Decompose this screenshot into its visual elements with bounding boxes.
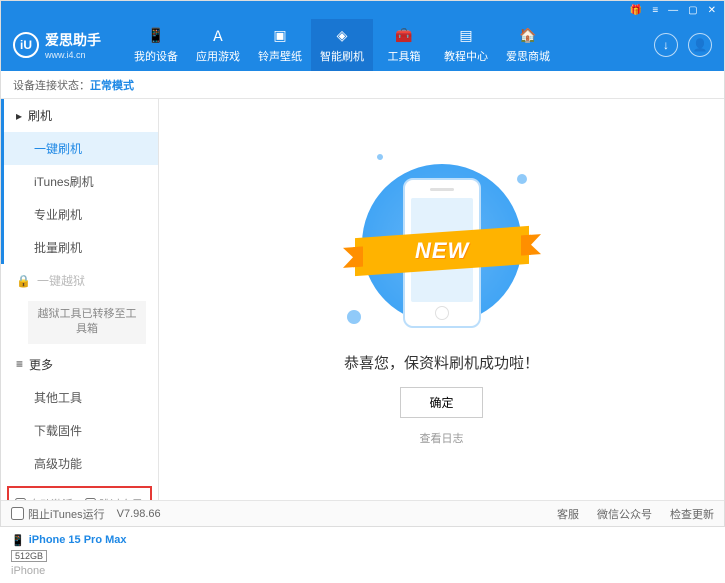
toolbox-icon: 🧰 — [395, 27, 413, 45]
device-type: iPhone — [11, 565, 148, 577]
sidebar-item-other-tools[interactable]: 其他工具 — [4, 381, 158, 414]
device-info: 📱 iPhone 15 Pro Max 512GB iPhone — [1, 528, 158, 583]
logo-url: www.i4.cn — [45, 50, 101, 60]
device-name-text: iPhone 15 Pro Max — [29, 534, 127, 546]
sidebar-item-download-fw[interactable]: 下载固件 — [4, 414, 158, 447]
minimize-icon[interactable]: — — [668, 5, 678, 16]
version-label: V7.98.66 — [117, 508, 161, 520]
apps-icon: Ａ — [209, 27, 227, 45]
window-titlebar: 🎁 ≡ — ▢ ✕ — [1, 1, 724, 19]
footer-link-update[interactable]: 检查更新 — [670, 506, 714, 522]
main-content: NEW 恭喜您，保资料刷机成功啦！ 确定 查看日志 — [159, 99, 724, 500]
status-bar: 设备连接状态： 正常模式 — [1, 71, 724, 99]
image-icon: ▣ — [271, 27, 289, 45]
top-nav: 📱 我的设备 Ａ 应用游戏 ▣ 铃声壁纸 ◈ 智能刷机 🧰 工具箱 ▤ 教程中心 🏠 爱思商城 — [125, 19, 559, 71]
device-storage: 512GB — [11, 550, 47, 562]
user-button[interactable]: 👤 — [688, 33, 712, 57]
gift-icon[interactable]: 🎁 — [630, 5, 642, 16]
nav-label: 智能刷机 — [320, 48, 364, 64]
success-message: 恭喜您，保资料刷机成功啦！ — [344, 352, 539, 373]
success-illustration: NEW — [347, 154, 537, 334]
footer: 阻止iTunes运行 V7.98.66 客服 微信公众号 检查更新 — [1, 500, 724, 526]
nav-ringtones[interactable]: ▣ 铃声壁纸 — [249, 19, 311, 71]
status-mode: 正常模式 — [90, 77, 134, 93]
nav-my-device[interactable]: 📱 我的设备 — [125, 19, 187, 71]
nav-store[interactable]: 🏠 爱思商城 — [497, 19, 559, 71]
phone-icon: 📱 — [147, 27, 165, 45]
checkbox-label: 阻止iTunes运行 — [28, 506, 105, 522]
status-label: 设备连接状态： — [13, 77, 90, 93]
nav-apps[interactable]: Ａ 应用游戏 — [187, 19, 249, 71]
nav-flash[interactable]: ◈ 智能刷机 — [311, 19, 373, 71]
nav-tutorials[interactable]: ▤ 教程中心 — [435, 19, 497, 71]
view-log-link[interactable]: 查看日志 — [420, 430, 464, 446]
block-itunes-checkbox[interactable]: 阻止iTunes运行 — [11, 506, 105, 522]
sidebar-item-jailbreak-note: 越狱工具已转移至工具箱 — [28, 301, 146, 344]
nav-label: 铃声壁纸 — [258, 48, 302, 64]
nav-label: 我的设备 — [134, 48, 178, 64]
phone-icon: 📱 — [11, 534, 25, 547]
download-button[interactable]: ↓ — [654, 33, 678, 57]
logo-icon: iU — [13, 32, 39, 58]
store-icon: 🏠 — [519, 27, 537, 45]
sidebar-group-more[interactable]: ≡ 更多 — [4, 348, 158, 381]
maximize-icon[interactable]: ▢ — [688, 5, 697, 16]
nav-label: 应用游戏 — [196, 48, 240, 64]
group-label: 一键越狱 — [37, 272, 85, 289]
nav-label: 爱思商城 — [506, 48, 550, 64]
logo: iU 爱思助手 www.i4.cn — [13, 30, 101, 60]
menu-icon[interactable]: ≡ — [652, 5, 658, 16]
nav-toolbox[interactable]: 🧰 工具箱 — [373, 19, 435, 71]
footer-link-support[interactable]: 客服 — [557, 506, 579, 522]
sidebar-group-jailbreak: 🔒 一键越狱 — [4, 264, 158, 297]
book-icon: ▤ — [457, 27, 475, 45]
sidebar-item-advanced[interactable]: 高级功能 — [4, 447, 158, 480]
group-label: 更多 — [29, 356, 53, 373]
sidebar: ▸ 刷机 一键刷机 iTunes刷机 专业刷机 批量刷机 🔒 一键越狱 越狱工具… — [1, 99, 159, 500]
ribbon-text: NEW — [414, 238, 468, 264]
nav-label: 工具箱 — [388, 48, 421, 64]
sidebar-item-batch[interactable]: 批量刷机 — [4, 231, 158, 264]
header: iU 爱思助手 www.i4.cn 📱 我的设备 Ａ 应用游戏 ▣ 铃声壁纸 ◈ 智能刷… — [1, 19, 724, 71]
sidebar-item-itunes[interactable]: iTunes刷机 — [4, 165, 158, 198]
device-name[interactable]: 📱 iPhone 15 Pro Max — [11, 534, 148, 547]
group-label: 刷机 — [28, 107, 52, 124]
footer-link-wechat[interactable]: 微信公众号 — [597, 506, 652, 522]
flash-icon: ◈ — [333, 27, 351, 45]
sidebar-item-oneclick[interactable]: 一键刷机 — [4, 132, 158, 165]
nav-label: 教程中心 — [444, 48, 488, 64]
logo-name: 爱思助手 — [45, 30, 101, 50]
close-icon[interactable]: ✕ — [708, 5, 716, 16]
ok-button[interactable]: 确定 — [400, 387, 482, 418]
sidebar-group-flash[interactable]: ▸ 刷机 — [4, 99, 158, 132]
sidebar-item-pro[interactable]: 专业刷机 — [4, 198, 158, 231]
